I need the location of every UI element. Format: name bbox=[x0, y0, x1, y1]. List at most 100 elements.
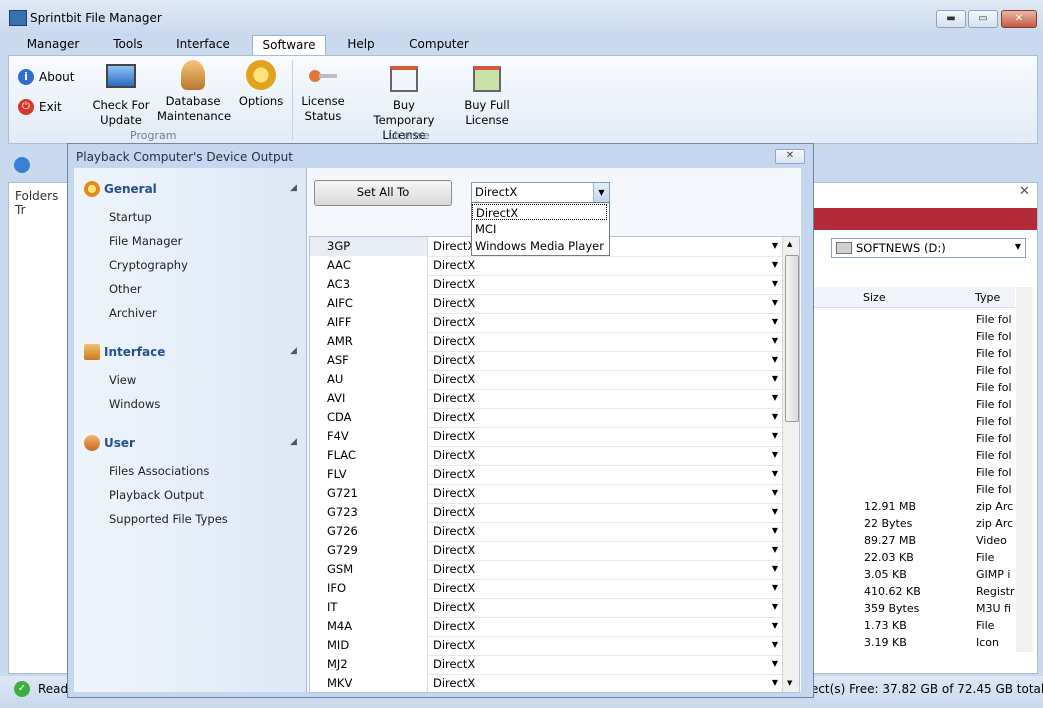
file-row[interactable]: File fol bbox=[811, 311, 1015, 328]
output-select[interactable]: DirectX ▼ bbox=[430, 579, 782, 598]
nav-files-associations[interactable]: Files Associations bbox=[109, 464, 209, 478]
chevron-down-icon[interactable]: ▼ bbox=[772, 237, 778, 255]
output-select[interactable]: DirectX ▼ bbox=[430, 408, 782, 427]
chevron-down-icon[interactable]: ▼ bbox=[772, 617, 778, 635]
scroll-down-icon[interactable]: ▼ bbox=[787, 679, 792, 687]
license-status-button[interactable]: License Status bbox=[299, 60, 347, 124]
output-select[interactable]: DirectX ▼ bbox=[430, 351, 782, 370]
file-row[interactable]: File fol bbox=[811, 345, 1015, 362]
collapse-arrow-icon[interactable]: ◢ bbox=[290, 437, 297, 447]
chevron-down-icon[interactable]: ▼ bbox=[772, 446, 778, 464]
chevron-down-icon[interactable]: ▼ bbox=[772, 560, 778, 578]
chevron-down-icon[interactable]: ▼ bbox=[772, 370, 778, 388]
chevron-down-icon[interactable]: ▼ bbox=[772, 351, 778, 369]
nav-windows[interactable]: Windows bbox=[109, 397, 160, 411]
nav-other[interactable]: Other bbox=[109, 282, 142, 296]
maximize-button[interactable]: ▭ bbox=[968, 10, 998, 28]
output-select[interactable]: DirectX ▼ bbox=[430, 522, 782, 541]
tab-computer[interactable]: Computer bbox=[404, 35, 474, 55]
output-select[interactable]: DirectX ▼ bbox=[430, 275, 782, 294]
output-select[interactable]: DirectX ▼ bbox=[430, 503, 782, 522]
nav-view[interactable]: View bbox=[109, 373, 136, 387]
chevron-down-icon[interactable]: ▼ bbox=[772, 389, 778, 407]
scroll-up-icon[interactable]: ▲ bbox=[787, 240, 792, 248]
output-select[interactable]: DirectX ▼ bbox=[430, 427, 782, 446]
grid-scrollbar[interactable]: ▲ ▼ bbox=[782, 237, 799, 692]
chevron-down-icon[interactable]: ▼ bbox=[772, 541, 778, 559]
file-row[interactable]: File fol bbox=[811, 430, 1015, 447]
chevron-down-icon[interactable]: ▼ bbox=[772, 636, 778, 654]
chevron-down-icon[interactable]: ▼ bbox=[772, 465, 778, 483]
chevron-down-icon[interactable]: ▼ bbox=[772, 294, 778, 312]
set-all-combo[interactable]: DirectX ▼ bbox=[471, 182, 610, 203]
option-mci[interactable]: MCI bbox=[472, 221, 607, 237]
refresh-icon[interactable] bbox=[14, 157, 30, 173]
file-row[interactable]: 410.62 KB Registr bbox=[811, 583, 1015, 600]
output-select[interactable]: DirectX ▼ bbox=[430, 389, 782, 408]
option-wmp[interactable]: Windows Media Player bbox=[472, 238, 607, 254]
output-select[interactable]: DirectX ▼ bbox=[430, 370, 782, 389]
file-row[interactable]: File fol bbox=[811, 328, 1015, 345]
file-row[interactable]: 22 Bytes zip Arc bbox=[811, 515, 1015, 532]
output-select[interactable]: DirectX ▼ bbox=[430, 484, 782, 503]
nav-cryptography[interactable]: Cryptography bbox=[109, 258, 188, 272]
col-size[interactable]: Size bbox=[863, 291, 886, 304]
file-row[interactable]: File fol bbox=[811, 413, 1015, 430]
nav-supported-file-types[interactable]: Supported File Types bbox=[109, 512, 228, 526]
chevron-down-icon[interactable]: ▼ bbox=[772, 655, 778, 673]
file-row[interactable]: 22.03 KB File bbox=[811, 549, 1015, 566]
category-interface[interactable]: Interface bbox=[104, 345, 165, 359]
output-select[interactable]: DirectX ▼ bbox=[430, 617, 782, 636]
file-row[interactable]: 1.73 KB File bbox=[811, 617, 1015, 634]
file-list-scrollbar[interactable] bbox=[1016, 287, 1033, 652]
col-type[interactable]: Type bbox=[975, 291, 1000, 304]
chevron-down-icon[interactable]: ▼ bbox=[772, 332, 778, 350]
nav-archiver[interactable]: Archiver bbox=[109, 306, 157, 320]
output-select[interactable]: DirectX ▼ bbox=[430, 636, 782, 655]
chevron-down-icon[interactable]: ▼ bbox=[772, 275, 778, 293]
drive-select[interactable]: SOFTNEWS (D:) ▼ bbox=[831, 238, 1026, 258]
tab-tools[interactable]: Tools bbox=[100, 35, 156, 55]
collapse-arrow-icon[interactable]: ◢ bbox=[290, 183, 297, 193]
output-select[interactable]: DirectX ▼ bbox=[430, 294, 782, 313]
output-dropdown-list[interactable]: DirectX MCI Windows Media Player bbox=[471, 202, 610, 256]
check-update-button[interactable]: Check For Update bbox=[89, 60, 153, 128]
output-select[interactable]: DirectX ▼ bbox=[430, 560, 782, 579]
tab-interface[interactable]: Interface bbox=[170, 35, 236, 55]
chevron-down-icon[interactable]: ▼ bbox=[772, 503, 778, 521]
chevron-down-icon[interactable]: ▼ bbox=[772, 408, 778, 426]
file-row[interactable]: File fol bbox=[811, 447, 1015, 464]
chevron-down-icon[interactable]: ▼ bbox=[772, 427, 778, 445]
file-row[interactable]: 12.91 MB zip Arc bbox=[811, 498, 1015, 515]
chevron-down-icon[interactable]: ▼ bbox=[593, 183, 609, 202]
file-row[interactable]: 359 Bytes M3U fi bbox=[811, 600, 1015, 617]
output-select[interactable]: DirectX ▼ bbox=[430, 332, 782, 351]
chevron-down-icon[interactable]: ▼ bbox=[772, 522, 778, 540]
tab-manager[interactable]: Manager bbox=[20, 35, 86, 55]
file-row[interactable]: File fol bbox=[811, 464, 1015, 481]
dialog-close-button[interactable]: ✕ bbox=[775, 149, 805, 164]
output-select[interactable]: DirectX ▼ bbox=[430, 655, 782, 674]
nav-playback-output[interactable]: Playback Output bbox=[109, 488, 204, 502]
about-button[interactable]: About bbox=[39, 70, 74, 84]
collapse-arrow-icon[interactable]: ◢ bbox=[290, 346, 297, 356]
chevron-down-icon[interactable]: ▼ bbox=[772, 313, 778, 331]
close-button[interactable]: ✕ bbox=[1001, 10, 1037, 28]
nav-file-manager[interactable]: File Manager bbox=[109, 234, 182, 248]
tab-software[interactable]: Software bbox=[252, 35, 326, 56]
file-row[interactable]: File fol bbox=[811, 396, 1015, 413]
file-row[interactable]: File fol bbox=[811, 379, 1015, 396]
set-all-button[interactable]: Set All To bbox=[314, 180, 452, 206]
file-row[interactable]: 3.05 KB GIMP i bbox=[811, 566, 1015, 583]
output-select[interactable]: DirectX ▼ bbox=[430, 598, 782, 617]
close-icon[interactable]: ✕ bbox=[1019, 184, 1030, 199]
chevron-down-icon[interactable]: ▼ bbox=[772, 674, 778, 692]
chevron-down-icon[interactable]: ▼ bbox=[772, 598, 778, 616]
category-general[interactable]: General bbox=[104, 182, 157, 196]
buy-full-license-button[interactable]: Buy Full License bbox=[459, 60, 515, 128]
database-maintenance-button[interactable]: Database Maintenance bbox=[157, 60, 231, 124]
option-directx[interactable]: DirectX bbox=[472, 204, 607, 220]
output-select[interactable]: DirectX ▼ bbox=[430, 256, 782, 275]
file-row[interactable]: 89.27 MB Video bbox=[811, 532, 1015, 549]
options-button[interactable]: Options bbox=[235, 60, 287, 109]
